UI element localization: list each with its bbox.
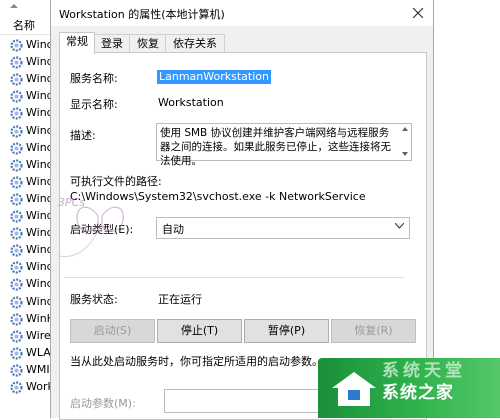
- service-row[interactable]: Wind: [0, 208, 54, 225]
- service-row[interactable]: Wind: [0, 174, 54, 191]
- service-row[interactable]: Wind: [0, 71, 54, 88]
- description-field[interactable]: 使用 SMB 协议创建并维护客户端网络与远程服务器之间的连接。如果此服务已停止，…: [156, 123, 412, 167]
- exe-path-label: 可执行文件的路径:: [70, 175, 162, 188]
- gear-icon: [10, 227, 23, 240]
- gear-icon: [10, 39, 23, 52]
- service-row[interactable]: Work: [0, 379, 54, 396]
- description-scrollbar[interactable]: [399, 124, 411, 160]
- title-bar[interactable]: Workstation 的属性(本地计算机): [51, 0, 433, 26]
- gear-icon: [10, 210, 23, 223]
- gear-icon: [10, 90, 23, 103]
- tab-recovery[interactable]: 恢复: [129, 34, 167, 53]
- brand-logo: 系统天堂 系统之家: [318, 358, 500, 418]
- tab-strip: 常规 登录 恢复 依存关系: [59, 32, 429, 54]
- sort-up-icon[interactable]: [10, 4, 18, 8]
- service-row[interactable]: Wind: [0, 123, 54, 140]
- brand-name: 系统之家: [382, 383, 454, 403]
- service-row-name: Wire: [26, 328, 51, 342]
- display-name-label: 显示名称:: [70, 98, 118, 111]
- startup-type-select[interactable]: 自动: [156, 217, 410, 239]
- service-row[interactable]: WMI: [0, 362, 54, 379]
- service-name-value[interactable]: LanmanWorkstation: [157, 70, 271, 84]
- close-icon: [413, 8, 423, 18]
- service-status-label: 服务状态:: [70, 293, 118, 306]
- tab-logon[interactable]: 登录: [93, 34, 131, 53]
- service-row[interactable]: WinH: [0, 311, 55, 328]
- column-header-name[interactable]: 名称: [13, 17, 35, 33]
- service-row[interactable]: Wind: [0, 276, 54, 293]
- gear-icon: [10, 159, 23, 172]
- params-label: 启动参数(M):: [70, 397, 136, 410]
- tab-logon-label: 登录: [101, 37, 123, 50]
- service-row[interactable]: Wind: [0, 37, 54, 54]
- tab-dependencies[interactable]: 依存关系: [165, 34, 225, 53]
- service-row[interactable]: Wind: [0, 225, 54, 242]
- service-row-name: WMI: [26, 362, 50, 376]
- gear-icon: [10, 347, 23, 360]
- service-row[interactable]: Wind: [0, 259, 54, 276]
- watermark-text: 3PCs: [58, 196, 86, 209]
- watermark: 3PCs: [58, 196, 168, 264]
- stop-button[interactable]: 停止(T): [157, 319, 242, 343]
- gear-icon: [10, 295, 23, 309]
- service-row[interactable]: Wind: [0, 88, 54, 105]
- gear-icon: [10, 381, 23, 394]
- service-row[interactable]: WLAI: [0, 345, 54, 362]
- scroll-down-icon[interactable]: [402, 152, 408, 156]
- display-name-value[interactable]: Workstation: [158, 96, 224, 109]
- tab-general[interactable]: 常规: [59, 32, 95, 54]
- resume-button[interactable]: 恢复(R): [331, 319, 416, 343]
- service-row[interactable]: Wind: [0, 54, 54, 71]
- gear-icon: [10, 364, 23, 377]
- services-list: 名称 Wind Wind Wind Wind Wind Wind Wind Wind Wind W…: [0, 0, 55, 418]
- scroll-up-icon[interactable]: [402, 127, 408, 131]
- params-hint: 当从此处启动服务时，你可指定所适用的启动参数。: [70, 355, 323, 368]
- gear-icon: [10, 244, 23, 257]
- gear-icon: [10, 107, 23, 120]
- service-row[interactable]: Wind: [0, 157, 54, 174]
- services-list-header[interactable]: 名称: [0, 14, 54, 35]
- service-row[interactable]: Wind: [0, 294, 54, 311]
- service-status-value: 正在运行: [158, 293, 202, 306]
- gear-icon: [10, 73, 23, 86]
- service-row[interactable]: Wire: [0, 328, 54, 345]
- divider: [64, 277, 404, 278]
- gear-icon: [10, 330, 23, 343]
- description-text: 使用 SMB 协议创建并维护客户端网络与远程服务器之间的连接。如果此服务已停止，…: [160, 127, 391, 167]
- close-button[interactable]: [403, 0, 433, 26]
- service-row[interactable]: Wind: [0, 191, 54, 208]
- pause-button[interactable]: 暂停(P): [244, 319, 329, 343]
- dialog-title: Workstation 的属性(本地计算机): [59, 8, 225, 21]
- tab-general-label: 常规: [66, 35, 88, 48]
- service-row[interactable]: Wind: [0, 105, 54, 122]
- gear-icon: [10, 124, 23, 138]
- gear-icon: [10, 176, 23, 189]
- description-label: 描述:: [70, 129, 96, 142]
- service-row[interactable]: Wind: [0, 140, 54, 157]
- tab-recovery-label: 恢复: [137, 37, 159, 50]
- gear-icon: [10, 193, 23, 206]
- service-row[interactable]: Wind: [0, 242, 54, 259]
- service-name-label: 服务名称:: [70, 72, 118, 85]
- start-button[interactable]: 启动(S): [70, 319, 155, 343]
- gear-icon: [10, 141, 23, 155]
- gear-icon: [10, 312, 23, 326]
- tab-dependencies-label: 依存关系: [173, 37, 217, 50]
- chevron-down-icon: [395, 223, 404, 229]
- gear-icon: [10, 278, 23, 291]
- gear-icon: [10, 261, 23, 274]
- house-logo-icon: [332, 372, 376, 406]
- gear-icon: [10, 56, 23, 69]
